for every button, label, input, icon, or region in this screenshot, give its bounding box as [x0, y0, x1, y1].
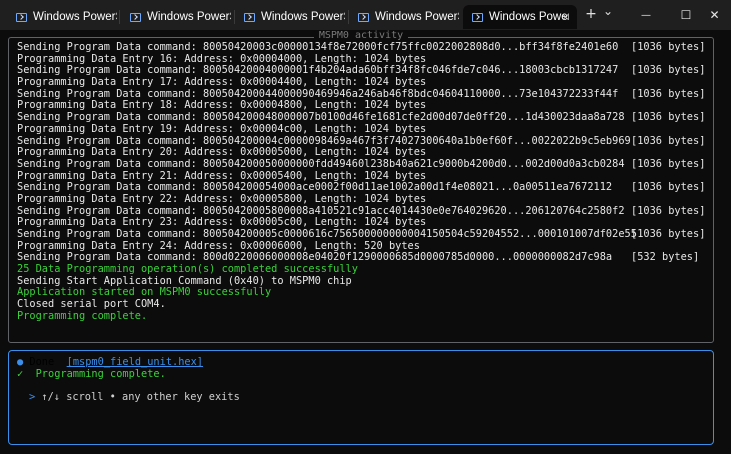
log-text: Programming Data Entry 20: Address: 0x00…	[17, 146, 427, 159]
activity-panel: MSPM0 activity Sending Program Data comm…	[8, 30, 714, 343]
log-text: Sending Program Data command: 8005042000…	[17, 228, 637, 240]
byte-count: [1036 bytes]	[631, 204, 706, 217]
byte-count: [1036 bytes]	[631, 87, 706, 100]
log-line: Programming complete.	[17, 309, 707, 323]
log-text: Sending Program Data command: 8005042000…	[17, 204, 625, 217]
prompt-caret-icon: >	[29, 391, 36, 403]
log-text: Sending Program Data command: 8005042000…	[17, 157, 625, 170]
tab-label: Windows PowerShel	[33, 11, 117, 23]
tab-5-active[interactable]: Windows PowerShe ×	[463, 5, 577, 29]
tab-4[interactable]: Windows PowerShel	[349, 5, 461, 29]
powershell-icon	[472, 12, 483, 22]
log-text: Programming Data Entry 17: Address: 0x00…	[17, 76, 427, 89]
log-text: Programming Data Entry 16: Address: 0x00…	[17, 52, 427, 65]
log-text: Closed serial port COM4.	[17, 298, 166, 311]
status-line: ● Done [mspm0_field_unit.hex]	[17, 356, 203, 368]
byte-count: [1036 bytes]	[631, 111, 706, 124]
log-text: Programming Data Entry 22: Address: 0x00…	[17, 192, 427, 205]
activity-log[interactable]: Sending Program Data command: 8005042000…	[17, 41, 707, 323]
tab-label: Windows PowerShel	[375, 11, 459, 23]
file-name: [mspm0_field_unit.hex]	[66, 356, 204, 368]
log-text: Programming Data Entry 24: Address: 0x00…	[17, 239, 420, 252]
log-text: Sending Program Data command: 8005042000…	[17, 134, 631, 147]
minimize-button[interactable]: —	[626, 0, 666, 30]
tab-2[interactable]: Windows PowerShel	[121, 5, 233, 29]
tab-separator	[119, 10, 120, 24]
powershell-icon	[244, 12, 255, 22]
log-text: Sending Program Data command: 8005042000…	[17, 111, 625, 124]
log-text: Programming Data Entry 21: Address: 0x00…	[17, 169, 427, 182]
log-text: Programming complete.	[17, 309, 148, 322]
byte-count: [1036 bytes]	[631, 157, 706, 170]
log-text: Sending Start Application Command (0x40)…	[17, 274, 352, 287]
tab-label: Windows PowerShe	[489, 11, 569, 23]
byte-count: [1036 bytes]	[631, 181, 706, 194]
log-text: 25 Data Programming operation(s) complet…	[17, 263, 358, 276]
log-text: Programming Data Entry 19: Address: 0x00…	[17, 122, 427, 135]
close-window-button[interactable]: ✕	[698, 0, 731, 30]
byte-count: [1036 bytes]	[631, 134, 706, 147]
log-text: Sending Program Data command: 8005042000…	[17, 181, 613, 194]
byte-count: [532 bytes]	[631, 251, 700, 264]
log-text: Programming Data Entry 18: Address: 0x00…	[17, 99, 427, 112]
check-icon: ✓	[17, 368, 24, 380]
log-text: Programming Data Entry 23: Address: 0x00…	[17, 216, 427, 229]
powershell-icon	[16, 12, 27, 22]
powershell-icon	[130, 12, 141, 22]
hint-line: > ↑/↓ scroll • any other key exits	[29, 391, 240, 403]
byte-count: [1036 bytes]	[631, 228, 706, 240]
powershell-icon	[358, 12, 369, 22]
tab-label: Windows PowerShel	[147, 11, 231, 23]
tab-label: Windows PowerShel	[261, 11, 345, 23]
log-text: Sending Program Data command: 8005042000…	[17, 41, 619, 53]
tab-3[interactable]: Windows PowerShel	[235, 5, 347, 29]
new-tab-button[interactable]: +	[582, 6, 600, 24]
result-message: Programming complete.	[35, 368, 166, 380]
status-text: Done	[29, 356, 55, 368]
activity-panel-title: MSPM0 activity	[9, 30, 713, 41]
status-panel: ● Done [mspm0_field_unit.hex] ✓ Programm…	[8, 350, 714, 445]
close-tab-icon[interactable]: ×	[562, 10, 569, 24]
result-line: ✓ Programming complete.	[17, 368, 166, 380]
key-hint: ↑/↓ scroll • any other key exits	[41, 391, 240, 403]
status-dot-icon: ●	[17, 356, 24, 368]
tab-1[interactable]: Windows PowerShel	[7, 5, 117, 29]
log-text: Application started on MSPM0 successfull…	[17, 286, 272, 299]
byte-count: [1036 bytes]	[631, 64, 706, 77]
title-bar: Windows PowerShel Windows PowerShel Wind…	[0, 0, 731, 30]
byte-count: [1036 bytes]	[631, 41, 706, 53]
log-text: Sending Program Data command: 8005042000…	[17, 87, 619, 100]
log-text: Sending Program Data command: 8005042000…	[17, 64, 619, 77]
log-text: Sending Program Data command: 800d022000…	[17, 251, 613, 264]
tab-dropdown-button[interactable]: ⌄	[600, 4, 616, 22]
